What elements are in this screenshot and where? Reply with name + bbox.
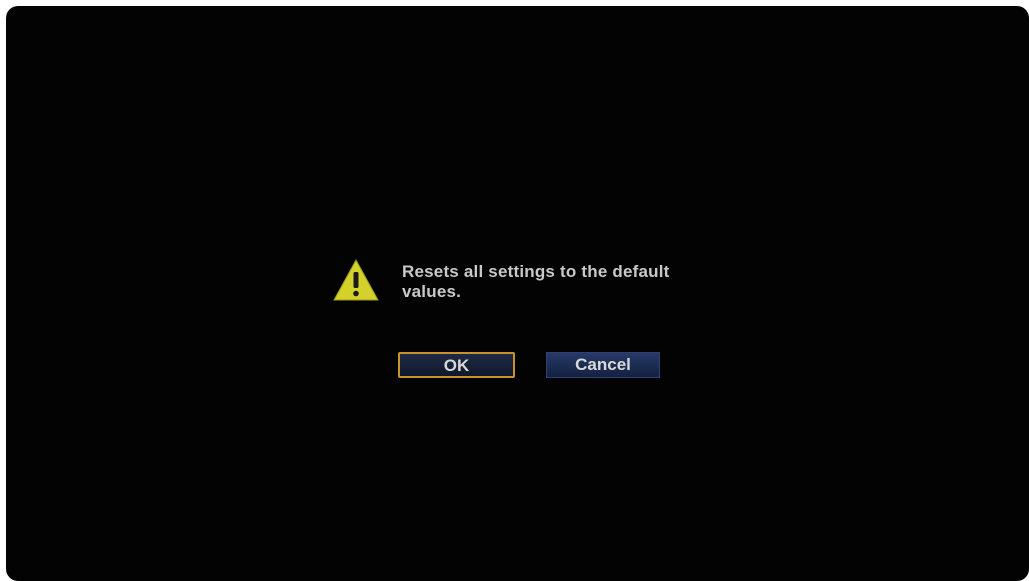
dialog-message: Resets all settings to the default value… [402,262,670,301]
cancel-button[interactable]: Cancel [546,352,660,378]
warning-triangle-icon [333,258,379,301]
ok-button[interactable]: OK [398,352,515,378]
reset-confirm-dialog: Resets all settings to the default value… [318,238,738,388]
screen: Resets all settings to the default value… [6,6,1029,581]
